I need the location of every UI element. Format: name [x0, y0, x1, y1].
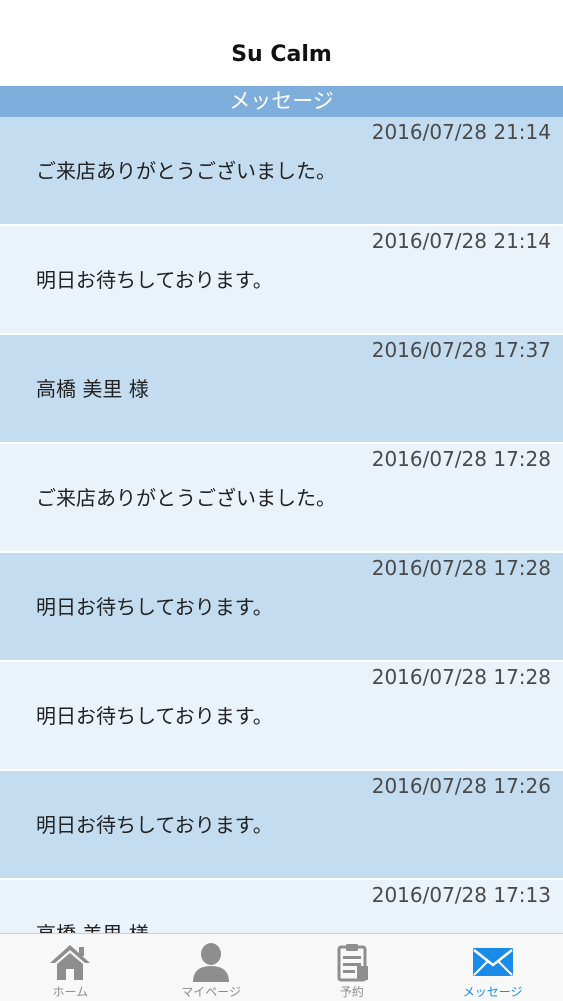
- person-icon: [193, 943, 230, 982]
- tab-messages[interactable]: メッセージ: [422, 934, 563, 1001]
- message-text: 明日お待ちしております。: [36, 704, 273, 728]
- message-timestamp: 2016/07/28 17:26: [371, 774, 551, 798]
- message-timestamp: 2016/07/28 21:14: [371, 120, 551, 144]
- tab-home[interactable]: ホーム: [0, 934, 141, 1001]
- message-timestamp: 2016/07/28 17:13: [371, 883, 551, 907]
- message-text: 高橋 美里 様: [36, 918, 149, 933]
- message-text: ご来店ありがとうございました。: [36, 486, 336, 510]
- message-row[interactable]: 2016/07/28 17:28 明日お待ちしております。: [0, 553, 563, 662]
- navigation-bar: Su Calm: [0, 0, 563, 86]
- message-text: 高橋 美里 様: [36, 377, 149, 401]
- message-timestamp: 2016/07/28 17:28: [371, 556, 551, 580]
- tab-home-label: ホーム: [52, 985, 89, 999]
- section-header: メッセージ: [0, 86, 563, 117]
- clipboard-icon: [337, 944, 368, 982]
- envelope-icon: [472, 948, 513, 976]
- tab-mypage[interactable]: マイページ: [141, 934, 282, 1001]
- message-row[interactable]: 2016/07/28 21:14 ご来店ありがとうございました。: [0, 117, 563, 226]
- message-timestamp: 2016/07/28 17:37: [371, 338, 551, 362]
- message-row[interactable]: 2016/07/28 17:28 明日お待ちしております。: [0, 662, 563, 771]
- message-row[interactable]: 2016/07/28 17:13 高橋 美里 様: [0, 880, 563, 933]
- message-timestamp: 2016/07/28 17:28: [371, 447, 551, 471]
- message-timestamp: 2016/07/28 17:28: [371, 665, 551, 689]
- tab-mypage-label: マイページ: [181, 985, 241, 999]
- message-text: ご来店ありがとうございました。: [36, 159, 336, 183]
- home-icon: [50, 945, 91, 980]
- message-text: 明日お待ちしております。: [36, 813, 273, 837]
- app-title: Su Calm: [231, 42, 332, 67]
- tab-bar: ホーム マイページ 予約 メッセージ: [0, 933, 563, 1001]
- message-row[interactable]: 2016/07/28 17:26 明日お待ちしております。: [0, 771, 563, 880]
- tab-messages-label: メッセージ: [462, 985, 523, 999]
- tab-reservation[interactable]: 予約: [282, 934, 423, 1001]
- message-row[interactable]: 2016/07/28 21:14 明日お待ちしております。: [0, 226, 563, 335]
- message-text: 明日お待ちしております。: [36, 268, 273, 292]
- message-text: 明日お待ちしております。: [36, 595, 273, 619]
- message-row[interactable]: 2016/07/28 17:28 ご来店ありがとうございました。: [0, 444, 563, 553]
- message-list[interactable]: 2016/07/28 21:14 ご来店ありがとうございました。 2016/07…: [0, 117, 563, 933]
- message-timestamp: 2016/07/28 21:14: [371, 229, 551, 253]
- message-row[interactable]: 2016/07/28 17:37 高橋 美里 様: [0, 335, 563, 444]
- tab-reservation-label: 予約: [339, 985, 364, 999]
